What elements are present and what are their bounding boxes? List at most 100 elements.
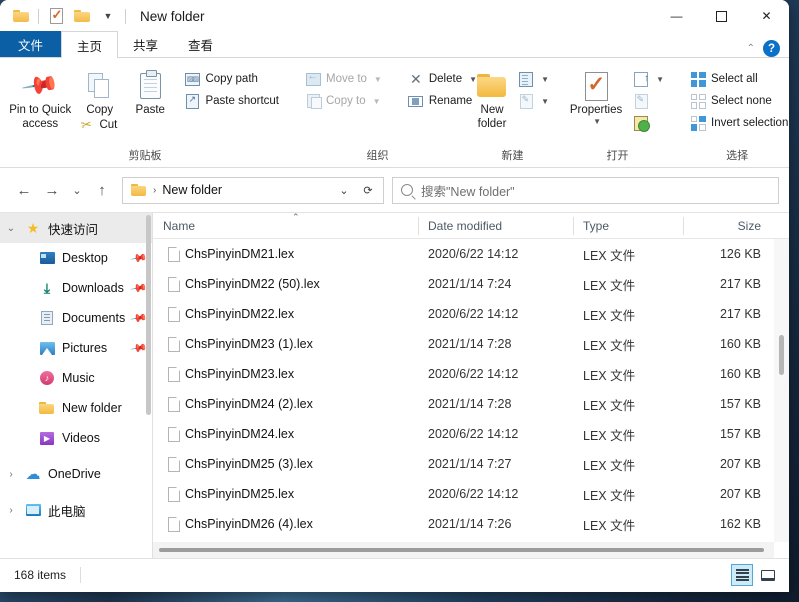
select-none-button[interactable]: Select none [685, 90, 789, 112]
help-button[interactable]: ? [763, 40, 780, 57]
sidebar-item-downloads[interactable]: ⤓ Downloads 📌 [0, 273, 152, 303]
select-none-icon [690, 93, 706, 109]
forward-button[interactable]: → [38, 176, 66, 204]
column-header-date-modified[interactable]: Date modified [418, 213, 573, 239]
new-item-button[interactable]: ▼ [513, 68, 554, 90]
file-name: ChsPinyinDM24.lex [185, 427, 295, 441]
table-row[interactable]: ChsPinyinDM22 (50).lex 2021/1/14 7:24 LE… [153, 269, 789, 299]
address-bar: ← → ⌄ ↑ › New folder ⌄ ⟳ 搜索"New folder" [0, 168, 789, 212]
easy-access-button[interactable]: ▼ [513, 90, 554, 112]
table-row[interactable]: ChsPinyinDM21.lex 2020/6/22 14:12 LEX 文件… [153, 239, 789, 269]
music-icon: ♪ [36, 371, 58, 385]
copy-path-button[interactable]: ▨▨ Copy path [179, 68, 284, 90]
horizontal-scrollbar[interactable] [153, 542, 774, 558]
twisty-icon[interactable]: › [0, 469, 22, 480]
sidebar-item-quick-access[interactable]: ⌄ ★ 快速访问 [0, 213, 152, 243]
cut-button[interactable]: ✂ Cut [73, 114, 284, 136]
view-buttons [731, 564, 783, 586]
twisty-icon[interactable]: › [0, 505, 22, 516]
qat-new-folder-button[interactable] [69, 3, 95, 29]
twisty-icon[interactable]: ⌄ [0, 223, 22, 234]
table-row[interactable]: ChsPinyinDM23 (1).lex 2021/1/14 7:28 LEX… [153, 329, 789, 359]
column-header-type[interactable]: Type [573, 213, 683, 239]
refresh-button[interactable]: ⟳ [357, 179, 379, 202]
move-to-button[interactable]: Move to ▼ [300, 68, 387, 90]
file-type: LEX 文件 [583, 248, 636, 263]
table-row[interactable]: ChsPinyinDM22.lex 2020/6/22 14:12 LEX 文件… [153, 299, 789, 329]
details-view-button[interactable] [731, 564, 753, 586]
vertical-scrollbar[interactable] [774, 239, 789, 542]
copy-to-button[interactable]: Copy to ▼ [300, 90, 387, 112]
select-all-button[interactable]: Select all [685, 68, 789, 90]
sidebar-item-label: OneDrive [48, 467, 101, 481]
qat-folder-button[interactable] [8, 3, 34, 29]
chevron-down-icon: ▼ [593, 117, 601, 127]
close-button[interactable]: ✕ [744, 0, 789, 32]
new-folder-button[interactable]: New folder [473, 65, 511, 132]
history-button[interactable] [628, 112, 669, 134]
sidebar-item-new-folder[interactable]: New folder [0, 393, 152, 423]
file-name: ChsPinyinDM26 (4).lex [185, 517, 313, 531]
open-with-button[interactable]: ▼ [628, 68, 669, 90]
copy-button[interactable]: Copy [75, 65, 125, 117]
column-header-size[interactable]: Size [683, 213, 773, 239]
sidebar-item-this-pc[interactable]: › 此电脑 [0, 495, 152, 525]
tab-home[interactable]: 主页 [61, 31, 119, 58]
lex-file-icon [163, 426, 185, 442]
minimize-button[interactable]: — [654, 0, 699, 32]
ribbon-group-open-label: 打开 [606, 150, 629, 162]
tab-file[interactable]: 文件 [0, 31, 62, 57]
sidebar-item-desktop[interactable]: Desktop 📌 [0, 243, 152, 273]
breadcrumb-path[interactable]: New folder [162, 183, 222, 197]
table-row[interactable]: ChsPinyinDM24 (2).lex 2021/1/14 7:28 LEX… [153, 389, 789, 419]
large-icons-view-icon [761, 569, 775, 581]
chevron-down-icon: ▼ [372, 96, 381, 106]
maximize-button[interactable] [699, 0, 744, 32]
tab-strip-right: ⌃ ? [747, 40, 789, 57]
tab-share[interactable]: 共享 [118, 31, 173, 57]
properties-icon [584, 69, 608, 103]
new-folder-icon [477, 69, 507, 103]
search-input[interactable]: 搜索"New folder" [392, 176, 779, 204]
up-button[interactable]: ↑ [88, 176, 116, 204]
navigation-scrollbar[interactable] [146, 215, 151, 415]
window-controls: — ✕ [654, 0, 789, 32]
breadcrumb[interactable]: › New folder ⌄ ⟳ [122, 176, 384, 204]
address-dropdown-button[interactable]: ⌄ [333, 179, 355, 202]
sidebar-item-onedrive[interactable]: › ☁ OneDrive [0, 459, 152, 489]
qat-divider [125, 8, 126, 24]
table-row[interactable]: ChsPinyinDM25.lex 2020/6/22 14:12 LEX 文件… [153, 479, 789, 509]
invert-selection-button[interactable]: Invert selection [685, 112, 789, 134]
vertical-scrollbar-thumb[interactable] [779, 335, 784, 375]
qat-customize-button[interactable]: ▼ [95, 3, 121, 29]
table-row[interactable]: ChsPinyinDM23.lex 2020/6/22 14:12 LEX 文件… [153, 359, 789, 389]
back-button[interactable]: ← [10, 176, 38, 204]
column-header-name[interactable]: Name [153, 213, 418, 239]
qat-divider [38, 8, 39, 24]
ribbon-group-select-label: 选择 [726, 150, 749, 162]
qat-properties-button[interactable] [43, 3, 69, 29]
sidebar-item-music[interactable]: ♪ Music [0, 363, 152, 393]
sidebar-item-pictures[interactable]: Pictures 📌 [0, 333, 152, 363]
ribbon-tab-strip: 文件 主页 共享 查看 ⌃ ? [0, 31, 789, 58]
paste-shortcut-button[interactable]: Paste shortcut [179, 90, 284, 112]
table-row[interactable]: ChsPinyinDM26 (4).lex 2021/1/14 7:26 LEX… [153, 509, 789, 539]
properties-button[interactable]: Properties ▼ [566, 65, 626, 127]
table-row[interactable]: ChsPinyinDM25 (3).lex 2021/1/14 7:27 LEX… [153, 449, 789, 479]
sidebar-item-documents[interactable]: Documents 📌 [0, 303, 152, 333]
new-item-icon [518, 71, 534, 87]
file-explorer-window: ▼ New folder — ✕ 文件 主页 共享 查看 ⌃ ? 📌 [0, 0, 789, 592]
sidebar-item-videos[interactable]: ▶ Videos [0, 423, 152, 453]
paste-button[interactable]: Paste [125, 65, 175, 117]
large-icons-view-button[interactable] [757, 564, 779, 586]
recent-locations-button[interactable]: ⌄ [66, 176, 88, 204]
collapse-ribbon-button[interactable]: ⌃ [747, 43, 755, 54]
file-date: 2021/1/14 7:26 [428, 517, 512, 531]
pin-to-quick-access-button[interactable]: 📌 Pin to Quick access [6, 65, 75, 132]
horizontal-scrollbar-thumb[interactable] [159, 548, 764, 552]
edit-button[interactable] [628, 90, 669, 112]
file-list-pane: Name Date modified Type Size ⌃ ChsPinyin… [153, 213, 789, 558]
table-row[interactable]: ChsPinyinDM24.lex 2020/6/22 14:12 LEX 文件… [153, 419, 789, 449]
file-name: ChsPinyinDM23 (1).lex [185, 337, 313, 351]
tab-view[interactable]: 查看 [173, 31, 228, 57]
